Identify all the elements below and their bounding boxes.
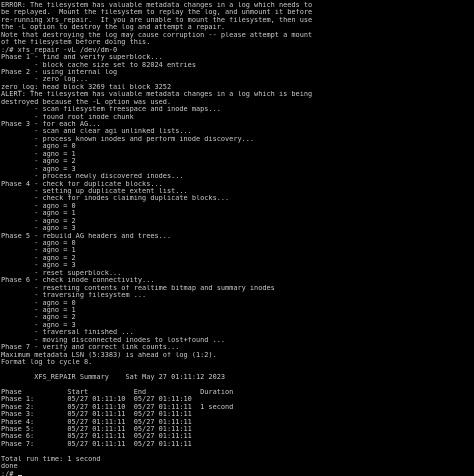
terminal-line: Phase 4 - check for duplicate blocks... (1, 180, 163, 188)
terminal-line: destroyed because the -L option was used… (1, 98, 172, 106)
terminal-line: - process newly discovered inodes... (1, 173, 184, 181)
terminal-line: - agno = 2 (1, 254, 76, 262)
terminal-line: - traversal finished ... (1, 329, 134, 337)
terminal-line: - traversing filesystem ... (1, 292, 147, 300)
terminal-line: - scan and clear agi unlinked lists... (1, 128, 192, 136)
terminal-line: Phase 5: 05/27 01:11:11 05/27 01:11:11 (1, 425, 192, 433)
terminal-line: - agno = 0 (1, 299, 76, 307)
terminal-line: ALERT: The filesystem has valuable metad… (1, 91, 313, 99)
terminal-line: Phase Start End Duration (1, 388, 234, 396)
terminal-line: be replayed. Mount the filesystem to rep… (1, 9, 313, 17)
terminal-line: Phase 3 - for each AG... (1, 121, 101, 128)
terminal-line: - process known inodes and perform inode… (1, 135, 255, 143)
terminal-line: - agno = 3 (1, 321, 76, 329)
terminal-line: - zero log... (1, 76, 89, 84)
terminal-line: - agno = 2 (1, 314, 76, 322)
terminal-line: - block cache size set to 82024 entries (1, 61, 196, 69)
terminal-line: - setting up duplicate extent list... (1, 187, 188, 195)
terminal-line: - agno = 0 (1, 202, 76, 210)
terminal-prompt-line[interactable]: :/# (1, 471, 474, 476)
cursor-icon (17, 474, 22, 476)
terminal-line: Phase 6 - check inode connectivity... (1, 277, 155, 285)
terminal-line: Phase 7: 05/27 01:11:11 05/27 01:11:11 (1, 440, 192, 448)
terminal-line: Phase 3: 05/27 01:11:11 05/27 01:11:11 (1, 411, 192, 419)
terminal-line: XFS_REPAIR Summary Sat May 27 01:11:12 2… (1, 373, 226, 381)
terminal-line: - agno = 3 (1, 225, 76, 233)
terminal-line: - agno = 1 (1, 210, 76, 218)
terminal-line: Phase 1: 05/27 01:11:10 05/27 01:11:10 (1, 396, 192, 404)
terminal-line: zero_log: head block 3269 tail block 325… (1, 83, 172, 91)
terminal-line: Total run time: 1 second (1, 455, 101, 463)
terminal-line: - agno = 2 (1, 217, 76, 225)
terminal-line: Phase 2: 05/27 01:11:10 05/27 01:11:11 1… (1, 403, 234, 411)
terminal-line: Phase 5 - rebuild AG headers and trees..… (1, 232, 172, 240)
terminal-line: - moving disconnected inodes to lost+fou… (1, 336, 226, 344)
terminal-line: - reset superblock... (1, 269, 122, 277)
terminal-line: - agno = 1 (1, 306, 76, 314)
terminal-line: - resetting contents of realtime bitmap … (1, 284, 275, 292)
terminal-line: - agno = 2 (1, 158, 76, 166)
terminal-line: of the filesystem before doing this. (1, 39, 151, 47)
terminal-line: Format log to cycle 8. (1, 359, 93, 366)
terminal-line: - agno = 3 (1, 165, 76, 173)
terminal-line: ERROR: The filesystem has valuable metad… (1, 2, 313, 9)
terminal-line: :/# xfs_repair -vL /dev/dm-0 (1, 46, 118, 54)
terminal-line: Phase 4: 05/27 01:11:11 05/27 01:11:11 (1, 418, 192, 426)
terminal-line: Phase 6: 05/27 01:11:11 05/27 01:11:11 (1, 433, 192, 441)
terminal-line: Maximum metadata LSN (5:3383) is ahead o… (1, 351, 217, 359)
terminal-line: re-running xfs_repair. If you are unable… (1, 16, 313, 24)
terminal-line: - scan filesystem freespace and inode ma… (1, 106, 221, 114)
terminal-line: Phase 2 - using internal log (1, 68, 118, 76)
terminal-line: - agno = 1 (1, 247, 76, 255)
terminal-line: - found root inode chunk (1, 113, 134, 121)
terminal-line: the -L option to destroy the log and att… (1, 24, 226, 32)
terminal-line: - agno = 0 (1, 240, 76, 247)
terminal-line: - agno = 0 (1, 143, 76, 151)
terminal-line: - agno = 3 (1, 262, 76, 270)
terminal-line: - check for inodes claiming duplicate bl… (1, 195, 230, 203)
terminal-line: Phase 1 - find and verify superblock... (1, 54, 163, 62)
terminal-line: Note that destroying the log may cause c… (1, 31, 313, 39)
terminal-line: done (1, 463, 18, 471)
terminal-line: - agno = 1 (1, 150, 76, 158)
terminal-prompt: :/# (1, 470, 18, 476)
terminal-console[interactable]: ERROR: The filesystem has valuable metad… (0, 0, 474, 476)
terminal-line: Phase 7 - verify and correct link counts… (1, 344, 180, 352)
